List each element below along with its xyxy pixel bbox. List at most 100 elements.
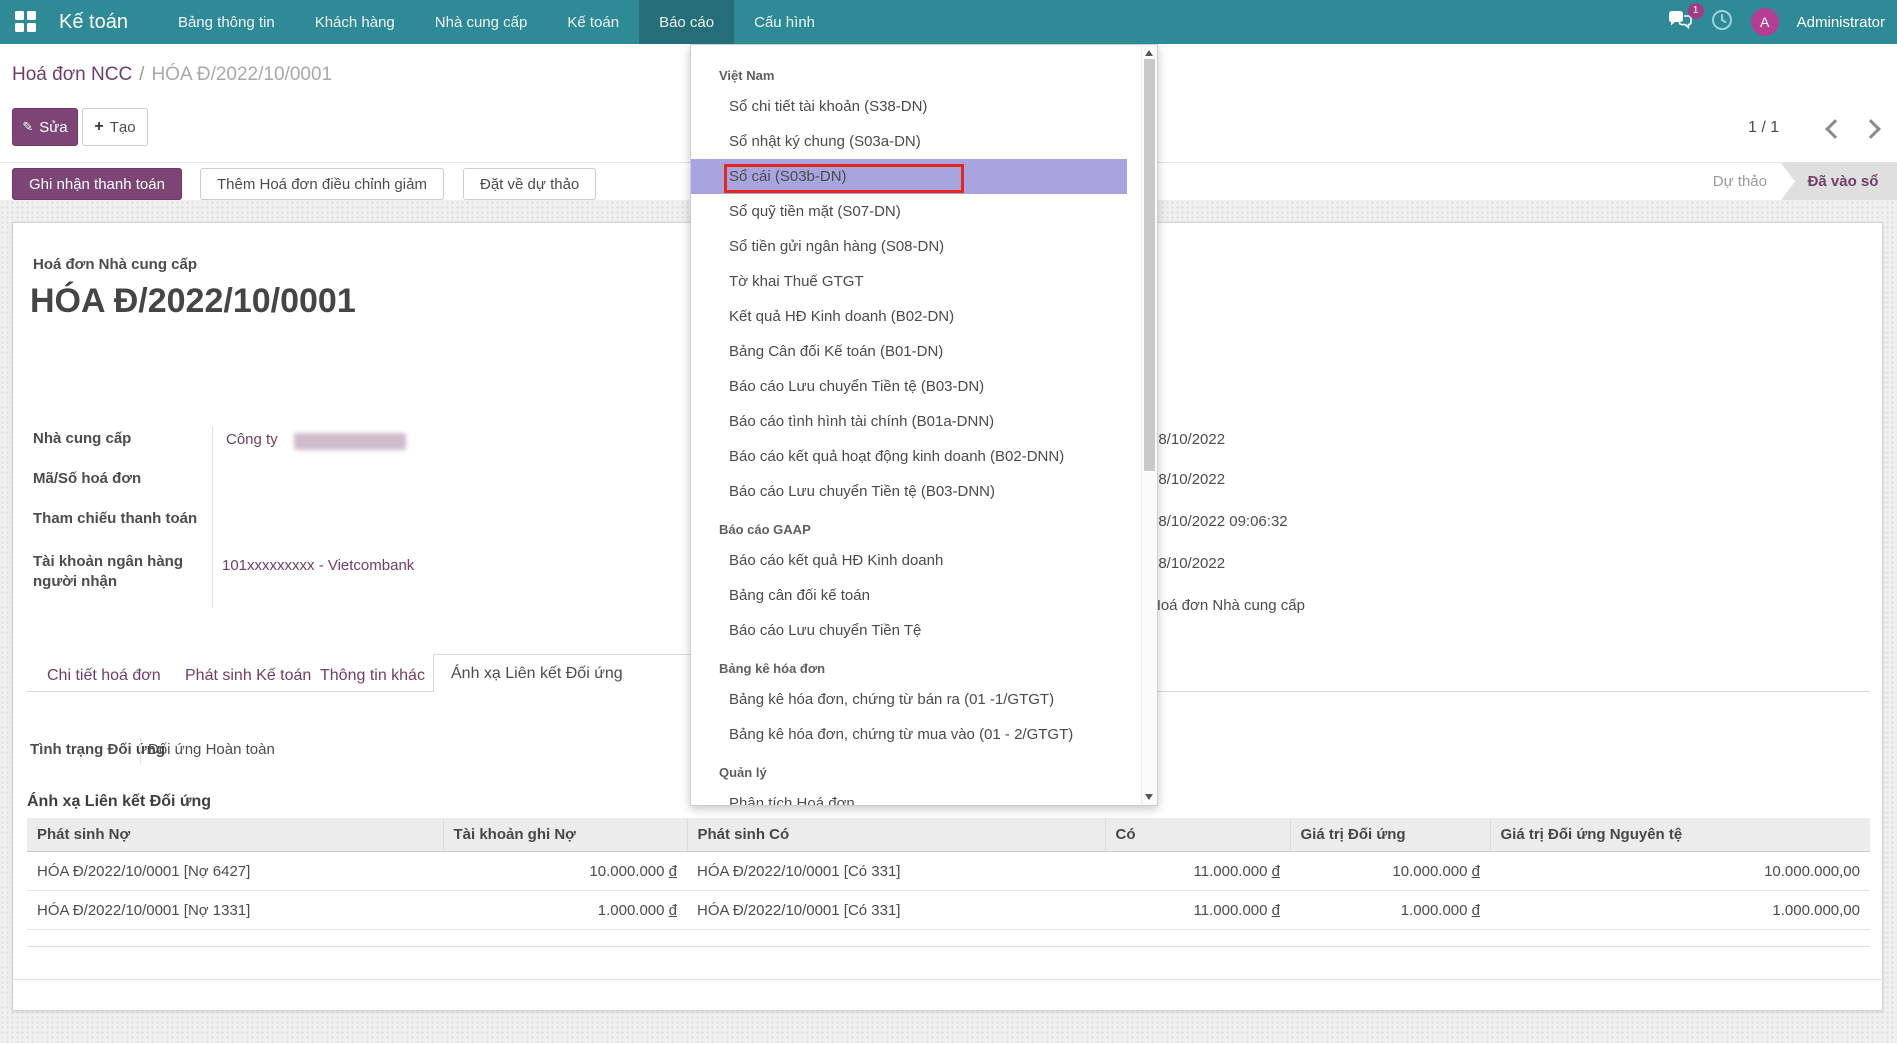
breadcrumb-parent-link[interactable]: Hoá đơn NCC <box>12 64 132 85</box>
nav-item-customers[interactable]: Khách hàng <box>295 0 415 44</box>
table-header-row: Phát sinh Nợ Tài khoản ghi Nợ Phát sinh … <box>27 818 1870 852</box>
cell-debit-line: HÓA Đ/2022/10/0001 [Nợ 1331] <box>27 891 443 930</box>
user-name[interactable]: Administrator <box>1797 14 1885 31</box>
create-button[interactable]: + Tạo <box>82 108 148 146</box>
due-date-value: 18/10/2022 <box>1150 555 1225 572</box>
menu-item[interactable]: Sổ quỹ tiền mặt (S07-DN) <box>691 194 1127 229</box>
nav-menu: Bảng thông tin Khách hàng Nhà cung cấp K… <box>158 0 835 44</box>
menu-item[interactable]: Kết quả HĐ Kinh doanh (B02-DN) <box>691 299 1127 334</box>
navbar-systray: 1 A Administrator <box>1668 0 1885 44</box>
top-navbar: Kế toán Bảng thông tin Khách hàng Nhà cu… <box>0 0 1897 44</box>
col-foreign-amount[interactable]: Giá trị Đối ứng Nguyên tệ <box>1490 818 1870 852</box>
tab-invoice-lines[interactable]: Chi tiết hoá đơn <box>47 667 161 685</box>
nav-item-reports[interactable]: Báo cáo <box>639 0 734 44</box>
menu-item-highlighted[interactable]: Sổ cái (S03b-DN) <box>691 159 1127 194</box>
cell-credit-line: HÓA Đ/2022/10/0001 [Có 331] <box>687 891 1105 930</box>
messages-icon[interactable]: 1 <box>1668 10 1693 35</box>
edit-button[interactable]: ✎ Sửa <box>12 108 78 146</box>
cell-matched-amount: 1.000.000 đ <box>1290 891 1490 930</box>
cell-debit-amount: 10.000.000 đ <box>443 852 687 891</box>
apps-menu-icon[interactable] <box>15 11 37 33</box>
vendor-value-link[interactable]: Công ty <box>226 431 278 448</box>
menu-item[interactable]: Bảng kê hóa đơn, chứng từ mua vào (01 - … <box>691 717 1127 752</box>
register-payment-button[interactable]: Ghi nhận thanh toán <box>12 168 182 200</box>
menu-section-invoice-listing: Bảng kê hóa đơn <box>691 656 1157 682</box>
menu-item[interactable]: Báo cáo kết quả HĐ Kinh doanh <box>691 543 1127 578</box>
tab-other-info[interactable]: Thông tin khác <box>320 667 425 685</box>
add-credit-note-label: Thêm Hoá đơn điều chỉnh giảm <box>217 176 427 193</box>
invoice-date-value: 18/10/2022 <box>1150 431 1225 448</box>
user-avatar[interactable]: A <box>1751 8 1779 36</box>
menu-item[interactable]: Sổ chi tiết tài khoản (S38-DN) <box>691 89 1127 124</box>
mapping-status-separator <box>140 737 141 764</box>
menu-item[interactable]: Bảng Cân đối Kế toán (B01-DN) <box>691 334 1127 369</box>
menu-item[interactable]: Tờ khai Thuế GTGT <box>691 264 1127 299</box>
vendor-label: Nhà cung cấp <box>33 430 131 447</box>
menu-item[interactable]: Bảng cân đối kế toán <box>691 578 1127 613</box>
mapping-status-value: Đối ứng Hoàn toàn <box>148 741 275 758</box>
menu-item[interactable]: Báo cáo Lưu chuyển Tiền tệ (B03-DN) <box>691 369 1127 404</box>
app-name[interactable]: Kế toán <box>59 0 128 44</box>
col-credit-line[interactable]: Phát sinh Có <box>687 818 1105 852</box>
reset-to-draft-button[interactable]: Đặt về dự thảo <box>463 168 596 200</box>
state-posted-label: Đã vào sổ <box>1808 173 1879 190</box>
doc-title: HÓA Đ/2022/10/0001 <box>30 282 356 321</box>
sheet-footer-border <box>13 979 1884 980</box>
app-window: Kế toán Bảng thông tin Khách hàng Nhà cu… <box>0 0 1897 1043</box>
cell-foreign-amount: 10.000.000,00 <box>1490 852 1870 891</box>
create-button-label: Tạo <box>110 119 136 136</box>
dropdown-scrollbar[interactable] <box>1141 45 1157 805</box>
tab-journal-items[interactable]: Phát sinh Kế toán <box>185 667 311 685</box>
scroll-up-icon[interactable] <box>1145 50 1153 56</box>
col-debit-line[interactable]: Phát sinh Nợ <box>27 818 443 852</box>
table-row[interactable]: HÓA Đ/2022/10/0001 [Nợ 1331] 1.000.000 đ… <box>27 891 1870 930</box>
nav-item-dashboard[interactable]: Bảng thông tin <box>158 0 295 44</box>
col-credit-amount[interactable]: Có <box>1105 818 1290 852</box>
state-draft[interactable]: Dự thảo <box>1713 173 1767 190</box>
mapping-table: Phát sinh Nợ Tài khoản ghi Nợ Phát sinh … <box>27 818 1870 930</box>
breadcrumb-current: HÓA Đ/2022/10/0001 <box>151 64 332 85</box>
nav-item-accounting[interactable]: Kế toán <box>547 0 639 44</box>
pager-count: 1 / 1 <box>1748 119 1779 137</box>
mapping-table-heading: Ánh xạ Liên kết Đối ứng <box>27 793 211 811</box>
menu-section-vietnam: Việt Nam <box>691 63 1157 89</box>
col-matched-amount[interactable]: Giá trị Đối ứng <box>1290 818 1490 852</box>
scroll-down-icon[interactable] <box>1145 794 1153 800</box>
tab-mapping-active[interactable]: Ánh xạ Liên kết Đối ứng <box>433 654 713 692</box>
messages-badge: 1 <box>1688 3 1704 19</box>
cell-credit-amount: 11.000.000 đ <box>1105 852 1290 891</box>
bank-account-value-link[interactable]: 101xxxxxxxxx - Vietcombank <box>222 557 414 574</box>
menu-section-gaap: Báo cáo GAAP <box>691 517 1157 543</box>
nav-item-vendors[interactable]: Nhà cung cấp <box>415 0 548 44</box>
journal-value-link[interactable]: Hoá đơn Nhà cung cấp <box>1150 597 1305 614</box>
menu-item[interactable]: Bảng kê hóa đơn, chứng từ bán ra (01 -1/… <box>691 682 1127 717</box>
add-credit-note-button[interactable]: Thêm Hoá đơn điều chỉnh giảm <box>200 168 444 200</box>
accounting-date-value: 18/10/2022 <box>1150 471 1225 488</box>
datetime-value: 18/10/2022 09:06:32 <box>1150 513 1288 530</box>
reports-dropdown-menu: Việt Nam Sổ chi tiết tài khoản (S38-DN) … <box>690 44 1158 806</box>
bank-account-label: Tài khoản ngân hàng người nhận <box>33 552 218 592</box>
table-row[interactable]: HÓA Đ/2022/10/0001 [Nợ 6427] 10.000.000 … <box>27 852 1870 891</box>
nav-item-configuration[interactable]: Cấu hình <box>734 0 835 44</box>
plus-icon: + <box>94 118 103 136</box>
menu-item[interactable]: Báo cáo kết quả hoạt động kinh doanh (B0… <box>691 439 1127 474</box>
cell-credit-line: HÓA Đ/2022/10/0001 [Có 331] <box>687 852 1105 891</box>
cell-foreign-amount: 1.000.000,00 <box>1490 891 1870 930</box>
menu-item[interactable]: Báo cáo Lưu chuyển Tiền tệ (B03-DNN) <box>691 474 1127 509</box>
cell-credit-amount: 11.000.000 đ <box>1105 891 1290 930</box>
tab-mapping-label: Ánh xạ Liên kết Đối ứng <box>451 665 623 683</box>
state-posted-active[interactable]: Đã vào sổ <box>1781 163 1897 200</box>
scrollbar-thumb[interactable] <box>1144 59 1155 471</box>
breadcrumb-separator: / <box>139 64 144 85</box>
menu-item[interactable]: Báo cáo tình hình tài chính (B01a-DNN) <box>691 404 1127 439</box>
activities-clock-icon[interactable] <box>1711 9 1733 36</box>
menu-item[interactable]: Báo cáo Lưu chuyển Tiền Tệ <box>691 613 1127 648</box>
empty-row-border <box>27 946 1870 947</box>
menu-item[interactable]: Sổ nhật ký chung (S03a-DN) <box>691 124 1127 159</box>
col-debit-amount[interactable]: Tài khoản ghi Nợ <box>443 818 687 852</box>
status-pipeline: Dự thảo Đã vào sổ <box>1713 163 1897 200</box>
cell-debit-amount: 1.000.000 đ <box>443 891 687 930</box>
menu-item[interactable]: Sổ tiền gửi ngân hàng (S08-DN) <box>691 229 1127 264</box>
menu-item[interactable]: Phân tích Hoá đơn <box>691 786 1127 806</box>
reset-to-draft-label: Đặt về dự thảo <box>480 176 579 193</box>
